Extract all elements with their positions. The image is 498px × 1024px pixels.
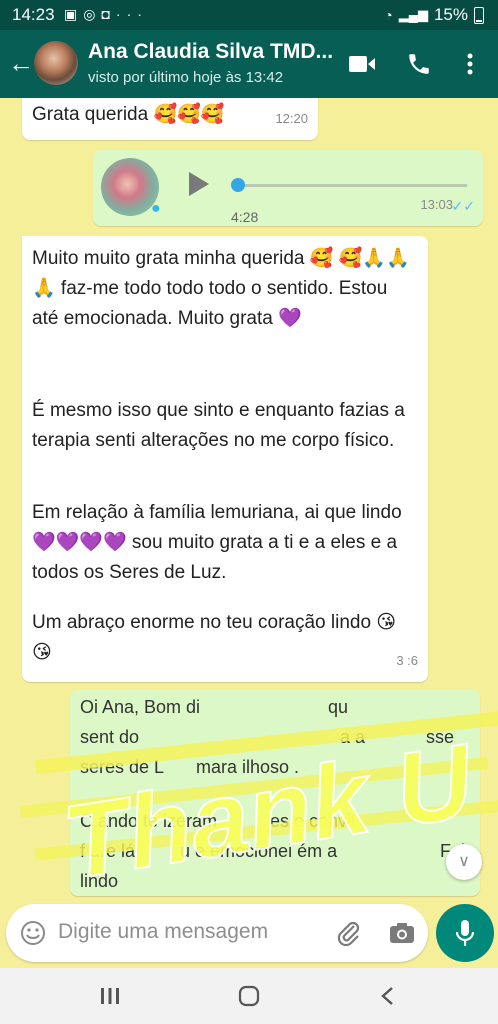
voice-message-out[interactable]: ● 4:28 13:03 ✓✓ — [93, 150, 483, 226]
read-ticks-icon: ✓✓ — [451, 198, 475, 214]
home-icon[interactable] — [238, 985, 260, 1007]
message-input-bar[interactable]: Digite uma mensagem — [6, 904, 428, 962]
message-fragment: u e emocionei ém a — [180, 841, 338, 861]
play-icon[interactable] — [187, 170, 211, 198]
android-nav-bar — [0, 968, 498, 1024]
message-fragment: C ando te izeram — [80, 811, 218, 831]
wifi-icon: ◔ — [384, 7, 393, 23]
message-paragraph: É mesmo isso que sinto e enquanto fazias… — [32, 400, 405, 451]
attach-icon[interactable] — [336, 920, 362, 948]
battery-percent: 15% — [433, 5, 468, 24]
message-text: Grata querida 🥰🥰🥰 — [32, 104, 225, 125]
message-paragraph: Muito muito grata minha querida 🥰 🥰🙏🙏🙏 f… — [32, 248, 410, 329]
message-fragment: f ure lá — [80, 841, 136, 861]
message-fragment: es e convit — [270, 811, 357, 831]
microphone-icon — [455, 920, 475, 946]
phone-call-icon[interactable] — [406, 51, 432, 77]
message-input[interactable]: Digite uma mensagem — [58, 920, 268, 944]
message-fragment: Oi Ana, Bom di — [80, 697, 201, 717]
recent-apps-icon[interactable] — [100, 987, 120, 1005]
mic-icon: ● — [151, 200, 161, 217]
audio-progress-knob[interactable] — [231, 178, 245, 192]
contact-avatar[interactable] — [34, 41, 78, 85]
camera-icon[interactable] — [388, 921, 416, 945]
message-time: 12:20 — [275, 111, 308, 126]
scroll-down-button[interactable]: ∨ — [446, 844, 482, 880]
record-voice-button[interactable] — [436, 904, 494, 962]
message-fragment: seres de L — [80, 757, 165, 777]
message-time: 3 :6 — [396, 653, 418, 668]
audio-progress-track[interactable] — [237, 184, 467, 187]
voice-duration: 4:28 — [231, 209, 259, 225]
gallery-icon: ▣ — [64, 6, 84, 22]
message-paragraph: Um abraço enorme no teu coração lindo 😘😘 — [32, 612, 397, 663]
battery-icon — [474, 6, 484, 24]
message-fragment: sent do — [80, 727, 140, 747]
chat-area[interactable]: Grata querida 🥰🥰🥰 12:20 ● 4:28 13:03 ✓✓ … — [0, 98, 498, 898]
message-fragment: a a — [340, 727, 366, 747]
back-arrow-icon[interactable]: ← — [8, 48, 34, 79]
emoji-icon[interactable] — [20, 920, 46, 946]
voice-time: 13:03 — [420, 197, 453, 212]
menu-dots-icon[interactable] — [466, 52, 474, 76]
message-fragment: qu — [328, 697, 349, 717]
last-seen: visto por último hoje às 13:42 — [88, 69, 284, 86]
back-nav-icon[interactable] — [380, 986, 394, 1006]
message-fragment: sse — [426, 727, 455, 747]
video-call-icon[interactable] — [348, 54, 376, 74]
signal-icon: ▂▄▆ — [398, 7, 428, 22]
notification-icons: ▣◎◘··· — [64, 6, 148, 23]
status-right: ◔ ▂▄▆ 15% — [384, 5, 484, 25]
message-in-long[interactable]: Muito muito grata minha querida 🥰 🥰🙏🙏🙏 f… — [22, 236, 428, 682]
contact-name[interactable]: Ana Claudia Silva TMD... — [88, 40, 333, 64]
instagram-icon: ◘ — [101, 6, 116, 22]
more-icon: ··· — [115, 6, 148, 22]
message-paragraph: Em relação à família lemuriana, ai que l… — [32, 502, 402, 583]
message-out-partial[interactable]: Oi Ana, Bom di qu sent do a a sse seres … — [70, 690, 480, 896]
message-fragment: lindo — [80, 871, 119, 891]
double-chevron-down-icon: ∨ — [458, 853, 470, 870]
chat-header: ← Ana Claudia Silva TMD... visto por últ… — [0, 30, 498, 98]
whatsapp-icon: ◎ — [83, 6, 102, 22]
message-in[interactable]: Grata querida 🥰🥰🥰 12:20 — [22, 98, 318, 140]
status-time: 14:23 — [12, 5, 55, 24]
status-bar: 14:23 ▣◎◘··· ◔ ▂▄▆ 15% — [0, 0, 498, 30]
message-fragment: mara ilhoso . — [196, 757, 300, 777]
